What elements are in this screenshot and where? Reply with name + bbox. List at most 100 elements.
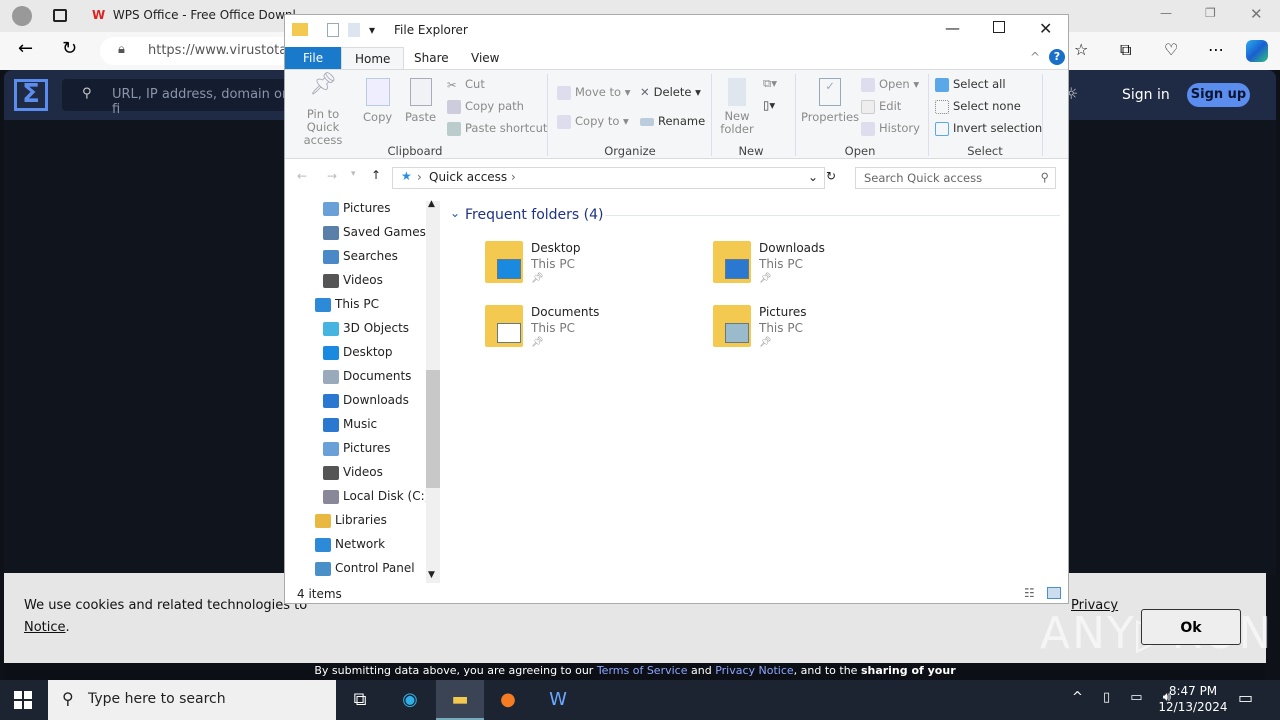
select-all-button[interactable]: Select all xyxy=(935,77,1006,92)
edge-icon[interactable]: ◉ xyxy=(390,684,430,716)
rename-button[interactable]: Rename xyxy=(640,114,705,128)
up-button[interactable]: ↑ xyxy=(371,168,381,182)
copilot-icon[interactable] xyxy=(1246,40,1268,62)
virustotal-logo-icon[interactable]: Σ xyxy=(14,79,48,111)
history-button[interactable]: History xyxy=(861,121,920,136)
details-view-icon[interactable]: ☷ xyxy=(1024,586,1035,600)
collapse-ribbon-icon[interactable]: ^ xyxy=(1030,50,1040,64)
nav-item[interactable]: Pictures xyxy=(323,437,391,459)
privacy-notice-link[interactable]: Privacy Notice xyxy=(715,664,793,677)
minimize-browser[interactable]: — xyxy=(1160,6,1172,20)
copy-path-icon xyxy=(447,99,461,114)
virustotal-search-input[interactable]: ⚲ URL, IP address, domain or fi xyxy=(62,79,292,117)
select-none-icon xyxy=(935,99,949,114)
new-folder-button[interactable]: New folder xyxy=(719,78,755,136)
recent-locations-icon[interactable]: ▾ xyxy=(351,169,356,179)
forward-button[interactable]: → xyxy=(327,169,337,183)
restore-browser[interactable]: ❐ xyxy=(1205,6,1216,20)
paste-shortcut-button[interactable]: Paste shortcut xyxy=(447,121,547,136)
back-button[interactable]: ← xyxy=(297,169,307,183)
nav-item[interactable]: Music xyxy=(323,413,377,435)
folder-item[interactable]: Pictures This PC 📌︎ xyxy=(713,305,913,365)
back-icon[interactable]: ← xyxy=(18,38,33,59)
delete-button[interactable]: ✕ Delete ▾ xyxy=(640,85,701,99)
tab-home[interactable]: Home xyxy=(341,47,405,69)
close-button[interactable]: ✕ xyxy=(1039,19,1052,38)
folder-item[interactable]: Downloads This PC 📌︎ xyxy=(713,241,913,301)
nav-item[interactable]: Control Panel xyxy=(315,557,415,579)
qat-dropdown-icon[interactable]: ▾ xyxy=(369,23,375,37)
search-quick-access-input[interactable]: Search Quick access ⚲ xyxy=(855,167,1056,189)
tab-file[interactable]: File xyxy=(285,47,342,69)
large-icons-view-icon[interactable] xyxy=(1047,587,1061,599)
maximize-button[interactable] xyxy=(993,21,1005,33)
address-bar[interactable]: ★ › Quick access › ⌄ xyxy=(392,167,825,189)
navigation-scrollbar-thumb[interactable] xyxy=(426,370,440,488)
terms-link[interactable]: Terms of Service xyxy=(597,664,688,677)
new-item-button[interactable]: ⧉▾ xyxy=(763,76,777,91)
nav-item[interactable]: This PC xyxy=(315,293,379,315)
edit-button[interactable]: Edit xyxy=(861,99,901,114)
file-explorer-taskbar-icon[interactable]: ▬ xyxy=(436,680,484,720)
nav-item[interactable]: Local Disk (C:) xyxy=(323,485,429,507)
more-icon[interactable]: ⋯ xyxy=(1208,40,1224,59)
notice-link[interactable]: Notice xyxy=(24,620,66,635)
nav-item[interactable]: 3D Objects xyxy=(323,317,409,339)
nav-item[interactable]: Saved Games xyxy=(323,221,426,243)
invert-selection-button[interactable]: Invert selection xyxy=(935,121,1042,136)
search-icon: ⚲ xyxy=(62,689,74,708)
taskbar-search-input[interactable]: ⚲ Type here to search xyxy=(48,680,336,720)
refresh-button[interactable]: ↻ xyxy=(826,169,836,183)
tab-actions-icon[interactable] xyxy=(53,9,67,22)
scroll-down-icon[interactable]: ▼ xyxy=(428,570,435,580)
close-browser[interactable]: ✕ xyxy=(1250,5,1263,23)
nav-item[interactable]: Network xyxy=(315,533,385,555)
nav-item[interactable]: Videos xyxy=(323,269,383,291)
nav-item[interactable]: Libraries xyxy=(315,509,387,531)
nav-item[interactable]: Pictures xyxy=(323,197,391,219)
copy-to-button[interactable]: Copy to ▾ xyxy=(557,114,629,129)
collections-icon[interactable]: ⧉ xyxy=(1120,40,1131,60)
scroll-up-icon[interactable]: ▲ xyxy=(428,199,435,209)
address-dropdown-icon[interactable]: ⌄ xyxy=(808,170,818,184)
wps-writer-icon[interactable]: W xyxy=(538,684,578,716)
nav-item[interactable]: Documents xyxy=(323,365,411,387)
properties-button[interactable]: ✓ Properties xyxy=(801,78,859,124)
breadcrumb-quick-access[interactable]: Quick access xyxy=(429,170,507,184)
clock[interactable]: 8:47 PM 12/13/2024 xyxy=(1158,683,1228,715)
nav-item[interactable]: Videos xyxy=(323,461,383,483)
favorites-icon[interactable]: ☆ xyxy=(1074,40,1088,59)
tab-view[interactable]: View xyxy=(458,47,512,69)
nav-item[interactable]: Downloads xyxy=(323,389,409,411)
sign-in-link[interactable]: Sign in xyxy=(1122,87,1170,103)
sign-up-button[interactable]: Sign up xyxy=(1187,83,1250,107)
start-windows-icon[interactable] xyxy=(14,691,32,709)
pin-quick-access-button[interactable]: 📌︎ Pin to Quick access xyxy=(291,74,355,147)
copy-path-button[interactable]: Copy path xyxy=(447,99,524,114)
paste-button[interactable]: Paste xyxy=(405,78,436,124)
new-folder-qat-icon[interactable] xyxy=(348,23,360,37)
firefox-icon[interactable]: ● xyxy=(488,684,528,716)
open-button[interactable]: Open ▾ xyxy=(861,77,919,92)
task-view-icon[interactable]: ⧉ xyxy=(340,684,380,716)
cookie-ok-button[interactable]: Ok xyxy=(1141,609,1241,645)
nav-item[interactable]: Desktop xyxy=(323,341,393,363)
refresh-icon[interactable]: ↻ xyxy=(62,38,77,59)
properties-qat-icon[interactable] xyxy=(327,23,339,37)
notifications-icon[interactable]: ▭ xyxy=(1238,688,1253,707)
folder-item[interactable]: Documents This PC 📌︎ xyxy=(485,305,685,365)
copy-button[interactable]: Copy xyxy=(363,78,392,124)
easy-access-button[interactable]: ▯▾ xyxy=(763,98,775,112)
help-icon[interactable]: ? xyxy=(1049,49,1065,65)
nav-item[interactable]: Searches xyxy=(323,245,398,267)
select-none-button[interactable]: Select none xyxy=(935,99,1021,114)
folder-item[interactable]: Desktop This PC 📌︎ xyxy=(485,241,685,301)
cut-button[interactable]: ✂ Cut xyxy=(447,77,485,92)
browser-essentials-icon[interactable]: ♡ xyxy=(1164,40,1178,59)
profile-avatar[interactable] xyxy=(12,6,32,26)
browser-tab-wps[interactable]: W WPS Office - Free Office Downl xyxy=(92,8,296,22)
move-to-button[interactable]: Move to ▾ xyxy=(557,85,630,100)
minimize-button[interactable]: — xyxy=(945,19,960,37)
tab-share[interactable]: Share xyxy=(401,47,462,69)
section-collapse-icon[interactable]: ⌄ xyxy=(450,206,460,220)
